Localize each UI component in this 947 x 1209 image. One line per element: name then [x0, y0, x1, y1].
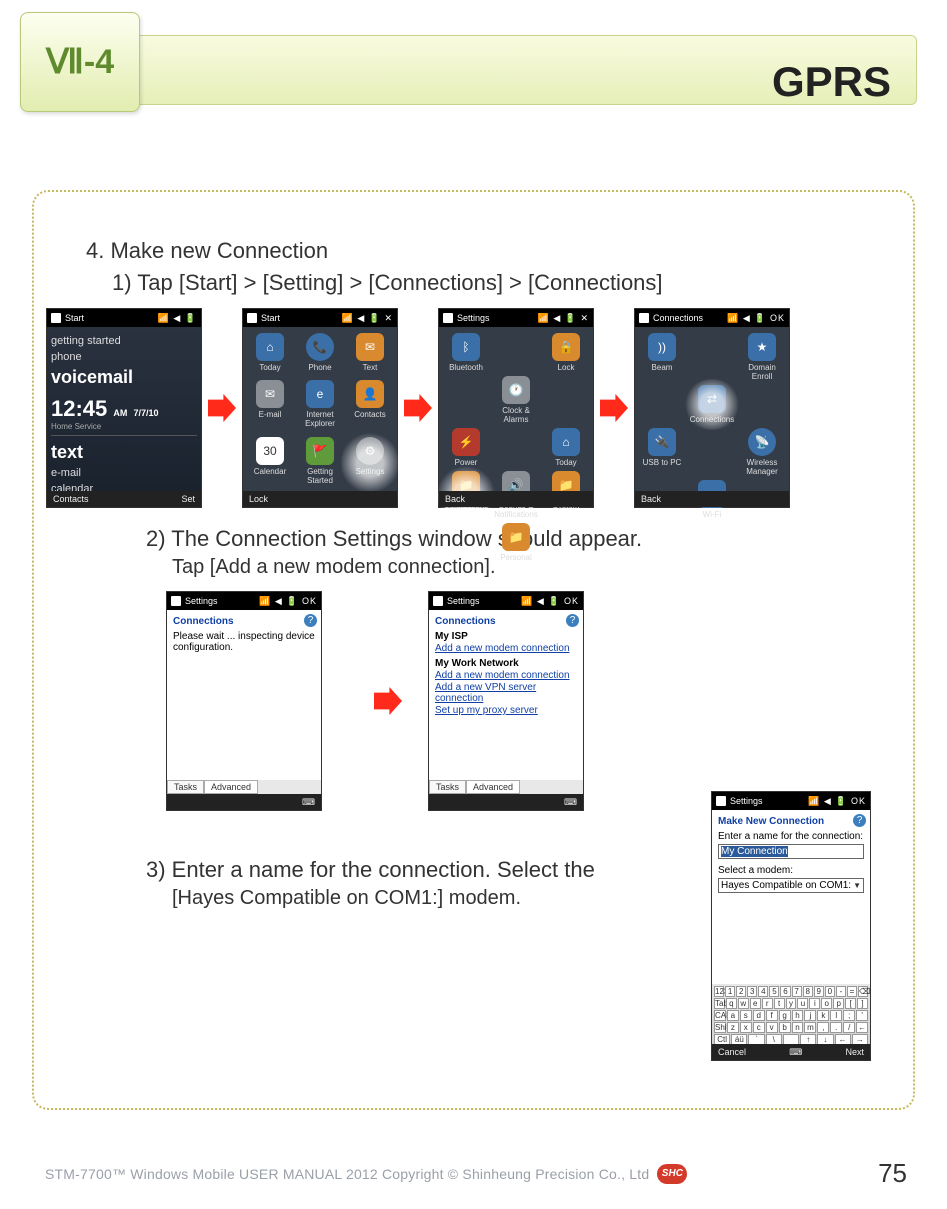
key[interactable]: 9 — [814, 986, 824, 997]
cancel-button[interactable]: Cancel — [718, 1047, 746, 1057]
key[interactable]: = — [847, 986, 857, 997]
key[interactable]: Tab — [714, 998, 725, 1009]
key[interactable]: z — [727, 1022, 739, 1033]
key[interactable]: 7 — [792, 986, 802, 997]
key[interactable]: m — [804, 1022, 816, 1033]
key[interactable]: 3 — [747, 986, 757, 997]
screenshot-conn-list: Settings📶 ◀ 🔋 OK ? Connections My ISP Ad… — [428, 591, 584, 811]
key[interactable]: x — [740, 1022, 752, 1033]
help-icon: ? — [853, 814, 866, 827]
chapter-tab: Ⅶ-4 — [20, 12, 140, 112]
key[interactable]: c — [753, 1022, 765, 1033]
arrow-icon — [404, 394, 432, 422]
step-sub1: 1) Tap [Start] > [Setting] > [Connection… — [112, 270, 871, 296]
key[interactable]: ← — [856, 1022, 868, 1033]
screenshot-row-2: Settings📶 ◀ 🔋 OK ? Connections Please wa… — [166, 591, 871, 811]
key[interactable]: h — [792, 1010, 804, 1021]
key[interactable]: t — [774, 998, 785, 1009]
status-icons: 📶 ◀ 🔋 — [158, 313, 197, 324]
windows-icon — [51, 313, 61, 323]
key[interactable]: v — [766, 1022, 778, 1033]
key[interactable]: 2 — [736, 986, 746, 997]
modem-select[interactable]: Hayes Compatible on COM1: — [718, 878, 864, 893]
key[interactable]: d — [753, 1010, 765, 1021]
screenshot-make-connection: Settings📶 ◀ 🔋 OK ? Make New Connection E… — [711, 791, 871, 1061]
step-heading: 4. Make new Connection — [86, 238, 871, 264]
key[interactable]: q — [726, 998, 737, 1009]
key[interactable]: ] — [857, 998, 868, 1009]
screenshot-row-1: Start 📶 ◀ 🔋 getting started phone voicem… — [46, 308, 871, 508]
footer-text: STM-7700™ Windows Mobile USER MANUAL 201… — [45, 1166, 649, 1182]
step-sub3-l1: 3) Enter a name for the connection. Sele… — [146, 857, 691, 883]
connection-name-input[interactable]: My Connection — [718, 844, 864, 859]
key[interactable]: , — [817, 1022, 829, 1033]
screenshot-settings: Settings📶 ◀ 🔋 ✕ ᛒBluetooth 🔒Lock 🕐Clock … — [438, 308, 594, 508]
key[interactable]: 4 — [758, 986, 768, 997]
key[interactable]: 1 — [725, 986, 735, 997]
arrow-icon — [208, 394, 236, 422]
wm-softkeys: Contacts Set — [47, 491, 201, 507]
key[interactable]: - — [836, 986, 846, 997]
key[interactable]: . — [830, 1022, 842, 1033]
link-add-modem-isp[interactable]: Add a new modem connection — [435, 643, 577, 654]
key[interactable]: [ — [845, 998, 856, 1009]
key[interactable]: 5 — [769, 986, 779, 997]
key[interactable]: i — [809, 998, 820, 1009]
screenshot-home: Start 📶 ◀ 🔋 getting started phone voicem… — [46, 308, 202, 508]
key[interactable]: r — [762, 998, 773, 1009]
key[interactable]: 6 — [780, 986, 790, 997]
wm-title: Start — [65, 313, 84, 323]
wm-top-bar: Start 📶 ◀ 🔋 — [47, 309, 201, 327]
key[interactable]: Shift — [714, 1022, 726, 1033]
on-screen-keyboard[interactable]: 1231234567890-=⌫ Tabqwertyuiop[] CAPasdf… — [712, 984, 870, 1044]
link-add-modem-work[interactable]: Add a new modem connection — [435, 670, 577, 681]
key[interactable]: j — [804, 1010, 816, 1021]
key[interactable]: b — [779, 1022, 791, 1033]
key[interactable]: f — [766, 1010, 778, 1021]
screenshot-conn-inspect: Settings📶 ◀ 🔋 OK ? Connections Please wa… — [166, 591, 322, 811]
key[interactable]: ' — [856, 1010, 868, 1021]
key[interactable]: CAP — [714, 1010, 726, 1021]
help-icon: ? — [566, 614, 579, 627]
chapter-label: Ⅶ-4 — [46, 42, 114, 82]
step-sub3-l2: [Hayes Compatible on COM1:] modem. — [172, 887, 691, 910]
page-header: GPRS Ⅶ-4 — [0, 0, 947, 160]
key[interactable]: e — [750, 998, 761, 1009]
help-icon: ? — [304, 614, 317, 627]
key[interactable]: / — [843, 1022, 855, 1033]
next-button[interactable]: Next — [845, 1047, 864, 1057]
key[interactable]: o — [821, 998, 832, 1009]
title-band: GPRS — [80, 35, 917, 105]
key[interactable]: ; — [843, 1010, 855, 1021]
start-grid: ⌂Today 📞Phone ✉Text ✉E-mail eInternet Ex… — [243, 327, 397, 491]
key[interactable]: 123 — [714, 986, 724, 997]
page-footer: STM-7700™ Windows Mobile USER MANUAL 201… — [0, 1158, 947, 1189]
page-number: 75 — [878, 1158, 907, 1189]
key[interactable]: a — [727, 1010, 739, 1021]
key[interactable]: n — [792, 1022, 804, 1033]
key[interactable]: s — [740, 1010, 752, 1021]
shc-logo: SHC — [657, 1164, 687, 1184]
screenshot-connections: Connections📶 ◀ 🔋 OK ))Beam ★Domain Enrol… — [634, 308, 790, 508]
key[interactable]: u — [797, 998, 808, 1009]
key[interactable]: 8 — [803, 986, 813, 997]
link-proxy[interactable]: Set up my proxy server — [435, 705, 577, 716]
content-panel: 4. Make new Connection 1) Tap [Start] > … — [32, 190, 915, 1110]
key[interactable]: w — [738, 998, 749, 1009]
key[interactable]: p — [833, 998, 844, 1009]
key[interactable]: k — [817, 1010, 829, 1021]
arrow-icon — [600, 394, 628, 422]
key[interactable]: g — [779, 1010, 791, 1021]
home-body: getting started phone voicemail 12:45 AM… — [47, 327, 201, 491]
key[interactable]: l — [830, 1010, 842, 1021]
key[interactable]: ⌫ — [858, 986, 868, 997]
key[interactable]: y — [786, 998, 797, 1009]
key[interactable]: 0 — [825, 986, 835, 997]
link-add-vpn[interactable]: Add a new VPN server connection — [435, 682, 577, 704]
screenshot-start-menu: Start📶 ◀ 🔋 ✕ ⌂Today 📞Phone ✉Text ✉E-mail… — [242, 308, 398, 508]
arrow-icon — [374, 687, 402, 715]
page-title: GPRS — [772, 58, 891, 106]
